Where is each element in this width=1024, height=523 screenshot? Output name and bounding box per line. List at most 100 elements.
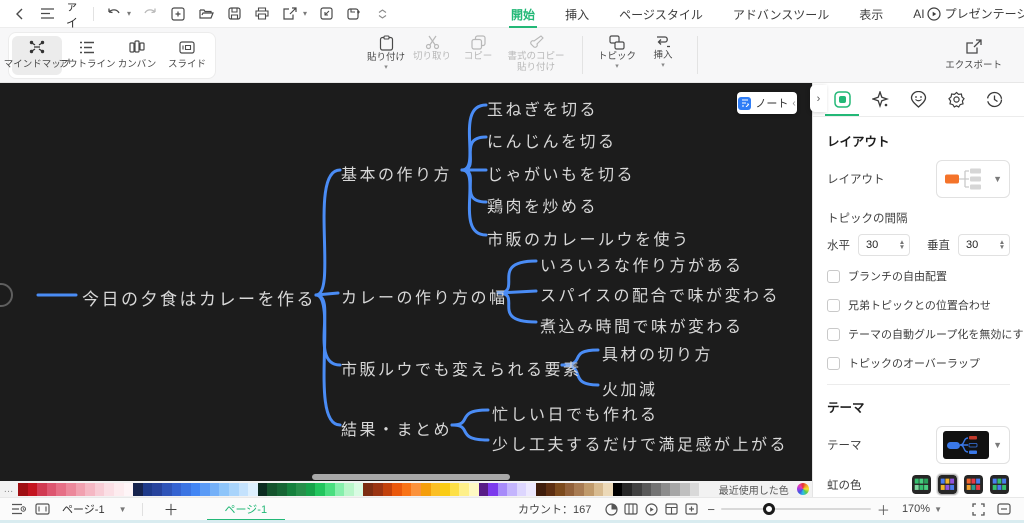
page-tab[interactable]: ページ-1 [206, 498, 286, 521]
play-slideshow-icon[interactable] [641, 499, 661, 519]
mindmap-subtopic[interactable]: にんじんを切る [487, 128, 617, 152]
sidebar-collapse-handle[interactable]: › [810, 85, 827, 112]
palette-swatches[interactable] [18, 482, 709, 496]
color-swatch[interactable] [430, 482, 441, 496]
add-panel-icon[interactable] [681, 499, 701, 519]
checkbox-align-sibling-topics[interactable]: 兄弟トピックとの位置合わせ [827, 297, 1010, 313]
color-swatch[interactable] [161, 482, 172, 496]
add-page-button[interactable]: ＋ [153, 499, 188, 520]
zoom-in-button[interactable]: ＋ [871, 500, 896, 519]
color-swatch[interactable] [536, 482, 546, 496]
checkbox-free-branch-placement[interactable]: ブランチの自由配置 [827, 268, 1010, 284]
page-selector-dropdown[interactable]: ページ-1 ▼ [56, 501, 132, 517]
mindmap-subtopic[interactable]: 忙しい日でも作れる [492, 401, 659, 425]
redo-icon[interactable] [141, 5, 159, 23]
new-file-icon[interactable] [169, 5, 187, 23]
color-swatch[interactable] [85, 482, 95, 496]
insert-button[interactable]: 挿入 ▾ [643, 33, 683, 69]
color-swatch[interactable] [209, 482, 220, 496]
checkbox-topic-overlap[interactable]: トピックのオーバーラップ [827, 355, 1010, 371]
mindmap-subtopic[interactable]: いろいろな作り方がある [540, 252, 744, 276]
copy-button[interactable]: コピー [458, 33, 498, 63]
export-button[interactable]: エクスポート [945, 39, 1002, 71]
timer-icon[interactable] [601, 499, 621, 519]
color-swatch[interactable] [641, 482, 652, 496]
mindmap-subtopic[interactable]: 鶏肉を炒める [487, 193, 598, 217]
tab-sticker-panel[interactable] [903, 83, 933, 116]
color-swatch[interactable] [564, 482, 575, 496]
toolbar-more-icon[interactable] [373, 5, 391, 23]
stepper-arrows-icon[interactable]: ▲ ▼ [995, 239, 1009, 251]
mindmap-subtopic[interactable]: 具材の切り方 [602, 341, 713, 365]
mindmap-branch[interactable]: 市販ルウでも変えられる要素 [341, 356, 582, 380]
color-swatch[interactable] [27, 482, 38, 496]
layout-dropdown[interactable]: ▼ [936, 160, 1010, 198]
color-swatch[interactable] [392, 482, 402, 496]
save-as-icon[interactable] [345, 5, 363, 23]
color-swatch[interactable] [65, 482, 76, 496]
tab-view[interactable]: 表示 [857, 1, 885, 27]
color-swatch[interactable] [344, 482, 354, 496]
color-swatch[interactable] [238, 482, 249, 496]
color-swatch[interactable] [363, 482, 373, 496]
rainbow-option-green[interactable] [911, 474, 932, 495]
format-painter-button[interactable]: 書式のコピー貼り付け [504, 33, 568, 74]
color-swatch[interactable] [660, 482, 671, 496]
outline-list-icon[interactable] [8, 499, 28, 519]
color-swatch[interactable] [449, 482, 460, 496]
color-swatch[interactable] [699, 482, 709, 496]
zoom-dropdown-icon[interactable]: ▼ [934, 505, 942, 514]
color-swatch[interactable] [468, 482, 479, 496]
color-swatch[interactable] [94, 482, 105, 496]
mindmap-subtopic[interactable]: 玉ねぎを切る [487, 96, 598, 120]
vertical-spacing-stepper[interactable]: 30 ▲ ▼ [958, 234, 1010, 256]
topic-button[interactable]: トピック ▾ [597, 33, 637, 70]
color-swatch[interactable] [612, 482, 623, 496]
color-swatch[interactable] [315, 482, 325, 496]
zoom-slider[interactable] [720, 503, 871, 515]
view-mindmap-button[interactable]: マインドマップ [4, 35, 70, 75]
zoom-slider-knob[interactable] [762, 503, 775, 515]
color-swatch[interactable] [267, 482, 278, 496]
mindmap-central-topic[interactable]: 今日の夕食はカレーを作る [82, 285, 316, 310]
color-swatch[interactable] [497, 482, 508, 496]
save-icon[interactable] [225, 5, 243, 23]
tab-style-panel[interactable] [942, 83, 972, 116]
board-icon[interactable] [661, 499, 681, 519]
color-wheel-icon[interactable] [796, 483, 809, 495]
fit-window-icon[interactable] [994, 499, 1014, 519]
color-swatch[interactable] [382, 482, 393, 496]
color-swatch[interactable] [123, 482, 134, 496]
zoom-level[interactable]: 170% [902, 503, 930, 515]
palette-more-button[interactable]: … [0, 484, 18, 495]
checkbox-disable-auto-grouping[interactable]: テーマの自動グループ化を無効にする [827, 326, 1024, 342]
color-swatch[interactable] [545, 482, 556, 496]
color-swatch[interactable] [651, 482, 661, 496]
theme-dropdown[interactable]: ▼ [936, 426, 1010, 464]
color-swatch[interactable] [372, 482, 383, 496]
color-swatch[interactable] [593, 482, 604, 496]
view-slide-button[interactable]: スライド [162, 36, 212, 75]
import-box-icon[interactable] [317, 5, 335, 23]
mindmap-subtopic[interactable]: 火加減 [602, 376, 658, 400]
color-swatch[interactable] [670, 482, 680, 496]
color-swatch[interactable] [133, 482, 143, 496]
color-swatch[interactable] [632, 482, 642, 496]
color-swatch[interactable] [334, 482, 345, 496]
mindmap-subtopic[interactable]: 少し工夫するだけで満足感が上がる [492, 431, 788, 455]
mindmap-subtopic[interactable]: 煮込み時間で味が変わる [540, 313, 744, 337]
rainbow-option-multicolor[interactable] [937, 474, 958, 495]
color-swatch[interactable] [113, 482, 124, 496]
tab-insert[interactable]: 挿入 [563, 1, 591, 27]
open-folder-icon[interactable] [197, 5, 215, 23]
menu-icon[interactable] [38, 5, 56, 23]
color-swatch[interactable] [277, 482, 287, 496]
tab-layout-panel[interactable] [825, 83, 860, 116]
color-swatch[interactable] [56, 482, 66, 496]
color-swatch[interactable] [37, 482, 47, 496]
mindmap-subtopic[interactable]: スパイスの配合で味が変わる [540, 282, 780, 306]
mindmap-branch[interactable]: カレーの作り方の幅 [341, 284, 508, 308]
tab-advanced-tools[interactable]: アドバンスツール [731, 1, 831, 27]
rainbow-option-cool[interactable] [989, 474, 1010, 495]
color-swatch[interactable] [296, 482, 306, 496]
